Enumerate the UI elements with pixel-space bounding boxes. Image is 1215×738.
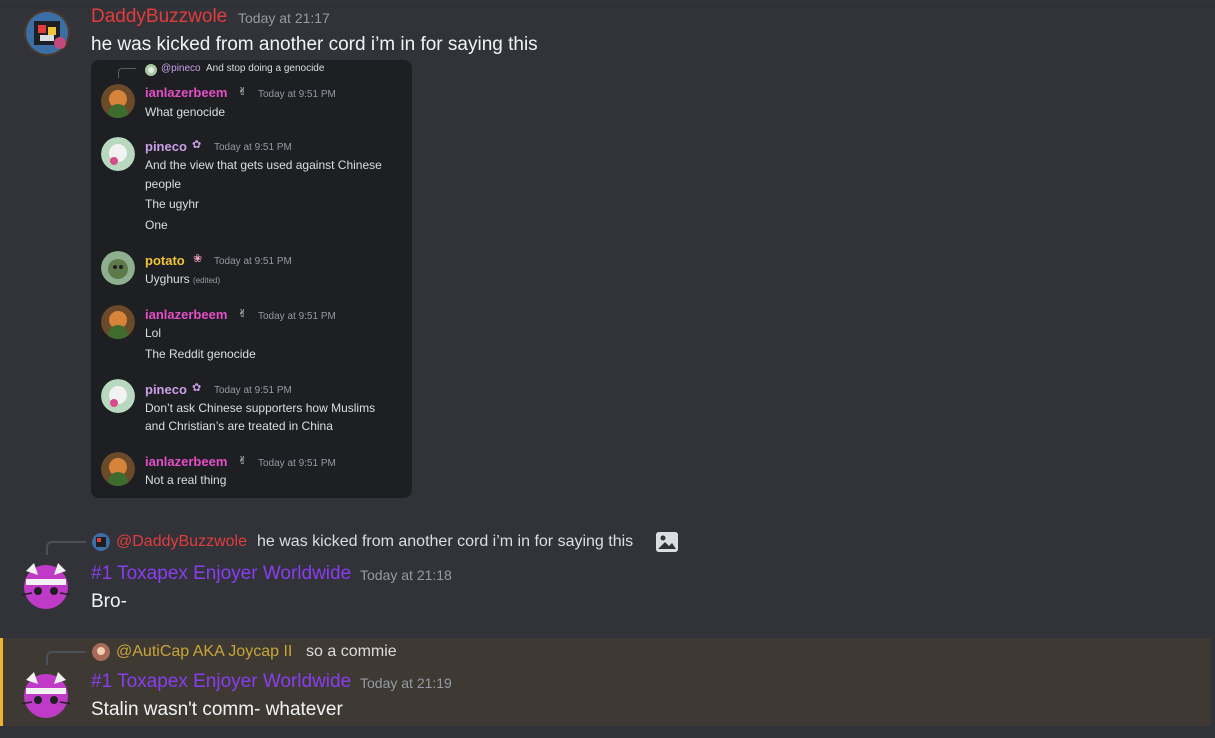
embed-message-text: Uyghurs [145,272,190,286]
embed-username: potato [145,253,185,268]
reply-mention[interactable]: @DaddyBuzzwole [116,533,247,551]
embed-message-line: people [145,177,182,191]
embed-message-line: And the view that gets used against Chin… [145,158,382,172]
embed-timestamp: Today at 9:51 PM [214,256,292,267]
badge-icon: ❀ [193,253,203,265]
message-text: Bro- [91,591,127,612]
avatar [92,643,110,661]
attached-screenshot-image[interactable]: @pineco And stop doing a genocide ianlaz… [91,60,412,498]
embed-username: pineco [145,139,187,154]
embed-message-line: One [145,218,168,232]
reply-connector [118,68,136,78]
message-timestamp: Today at 21:18 [360,567,452,583]
reply-mention: @pineco [161,63,201,74]
message-timestamp: Today at 21:19 [360,675,452,691]
avatar [101,251,135,285]
avatar[interactable] [20,668,72,720]
reply-mention[interactable]: @AutiCap AKA Joycap II [116,643,292,661]
username[interactable]: #1 Toxapex Enjoyer Worldwide [91,563,351,585]
message-text: Stalin wasn't comm- whatever [91,699,343,720]
avatar [101,84,135,118]
cat-avatar-icon [20,672,72,718]
avatar[interactable] [20,9,74,57]
embed-username: ianlazerbeem [145,85,228,100]
avatar [101,305,135,339]
badge-icon: ✌ [238,86,248,98]
reply-connector [46,651,86,665]
embed-timestamp: Today at 9:51 PM [214,385,292,396]
badge-icon: ✿ [192,382,202,394]
avatar [101,452,135,486]
cat-avatar-icon [20,563,72,609]
avatar [92,533,110,551]
embed-username: pineco [145,382,187,397]
reply-preview: And stop doing a genocide [206,63,325,74]
embed-timestamp: Today at 9:51 PM [258,311,336,322]
embed-message-line: The ugyhr [145,197,200,211]
message-text: he was kicked from another cord i’m in f… [91,34,538,55]
embed-username: ianlazerbeem [145,454,228,469]
reply-preview[interactable]: so a commie [306,643,397,661]
embed-message-line: Not a real thing [145,473,227,487]
avatar [145,63,157,76]
reply-connector [46,541,86,555]
embed-message-line: Lol [145,326,162,340]
image-icon [656,532,678,552]
message-timestamp: Today at 21:17 [238,10,330,26]
embed-timestamp: Today at 9:51 PM [258,458,336,469]
avatar [101,137,135,171]
embed-username: ianlazerbeem [145,307,228,322]
badge-icon: ✌ [238,455,248,467]
embed-message-line: Don’t ask Chinese supporters how Muslims [145,401,376,415]
avatar[interactable] [20,559,72,611]
badge-icon: ✿ [192,139,202,151]
embed-timestamp: Today at 9:51 PM [258,89,336,100]
embed-message-line: and Christian’s are treated in China [145,419,333,433]
embed-message-line: What genocide [145,105,226,119]
embed-message-line: Uyghurs (edited) [145,272,220,286]
username[interactable]: #1 Toxapex Enjoyer Worldwide [91,671,351,693]
avatar [101,379,135,413]
reply-preview[interactable]: he was kicked from another cord i’m in f… [257,533,633,551]
badge-icon: ✌ [238,308,248,320]
embed-timestamp: Today at 9:51 PM [214,142,292,153]
buzzwole-avatar-icon [24,10,70,56]
username[interactable]: DaddyBuzzwole [91,6,227,28]
edited-label: (edited) [193,276,221,285]
embed-message-line: The Reddit genocide [145,347,256,361]
